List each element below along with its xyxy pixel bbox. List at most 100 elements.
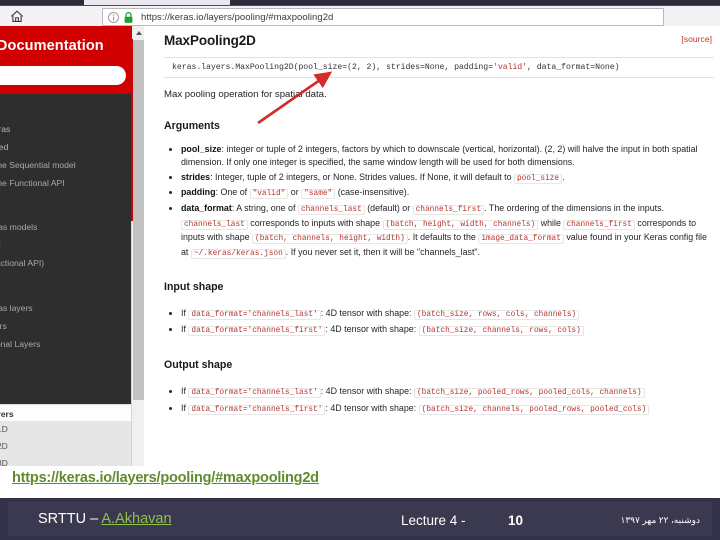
argument-text: : Integer, tuple of 2 integers, or None.… xyxy=(210,171,514,182)
input-shape-channels-last: If data_format='channels_last': 4D tenso… xyxy=(181,306,714,323)
argument-text: : integer or tuple of 2 integers, factor… xyxy=(181,144,698,168)
argument-strides: strides: Integer, tuple of 2 integers, o… xyxy=(181,171,714,186)
argument-text-2: . xyxy=(562,171,565,182)
sidebar-nav-list: Home Why use Keras Getting started Guide… xyxy=(0,94,131,353)
argument-text: : One of xyxy=(215,187,250,198)
input-shape-list: If data_format='channels_last': 4D tenso… xyxy=(164,306,714,339)
sidebar-item-why-use-keras[interactable]: Why use Keras xyxy=(0,121,131,139)
argument-text-5: while xyxy=(538,217,564,228)
argument-text-2: (default) or xyxy=(364,203,413,214)
shape-value-code: (batch_size, channels, pooled_rows, pool… xyxy=(418,404,650,415)
sidebar-item-model-functional-api[interactable]: Model (functional API) xyxy=(0,255,131,273)
footer-organization: SRTTU – A.Akhavan xyxy=(38,511,172,527)
sidebar-item-maxpooling2d[interactable]: MaxPooling2D xyxy=(0,438,131,455)
source-link[interactable]: [source] xyxy=(681,34,712,44)
argument-code-3: channels_last xyxy=(181,219,248,230)
keras-sidebar: Keras Documentation Home Why use Keras G… xyxy=(0,26,131,466)
footer-slide-number: 10 xyxy=(508,513,524,528)
doc-content: MaxPooling2D [source] keras.layers.MaxPo… xyxy=(144,26,720,466)
shape-mid: : 4D tensor with shape: xyxy=(325,402,419,413)
output-shape-heading: Output shape xyxy=(164,359,233,372)
input-shape-heading: Input shape xyxy=(164,280,224,293)
argument-text-3: . The ordering of the dimensions in the … xyxy=(484,203,665,214)
shape-condition-code: data_format='channels_last' xyxy=(188,388,321,399)
sidebar-item-models[interactable]: Models xyxy=(0,201,131,219)
padlock-icon xyxy=(124,11,133,23)
signature-prefix: keras.layers.MaxPooling2D(pool_size=(2, … xyxy=(172,63,493,72)
home-icon[interactable] xyxy=(8,9,26,24)
sidebar-item-about-keras-models[interactable]: About Keras models xyxy=(0,219,131,237)
browser-nav-bar: https://keras.io/layers/pooling/#maxpool… xyxy=(0,6,720,27)
shape-value-code: (batch_size, rows, cols, channels) xyxy=(414,309,580,320)
scrollbar-thumb[interactable] xyxy=(133,40,144,400)
sidebar-item-about-keras-layers[interactable]: About Keras layers xyxy=(0,300,131,318)
argument-text-4: corresponds to inputs with shape xyxy=(247,217,383,228)
shape-value-code: (batch_size, pooled_rows, pooled_cols, c… xyxy=(414,388,645,399)
footer-org-text: SRTTU – xyxy=(38,511,102,527)
shape-condition-code: data_format='channels_last' xyxy=(188,309,321,320)
argument-text-7: . It defaults to the xyxy=(407,232,479,243)
sidebar-item-home[interactable]: Home xyxy=(0,103,131,121)
argument-code-2: channels_first xyxy=(412,205,485,216)
sidebar-item-convolutional-layers[interactable]: Convolutional Layers xyxy=(0,336,131,354)
argument-name: strides xyxy=(181,171,211,182)
argument-code-2: "same" xyxy=(301,189,336,200)
sidebar-current-label: Pooling Layers xyxy=(0,409,14,419)
shape-mid: : 4D tensor with shape: xyxy=(320,307,414,318)
argument-text-3: (case-insensitive). xyxy=(335,187,410,198)
slide-footer: SRTTU – A.Akhavan Lecture 4 - 10 دوشنبه،… xyxy=(0,498,720,540)
argument-name: pool_size xyxy=(181,144,222,154)
sidebar-item-getting-started[interactable]: Getting started xyxy=(0,139,131,157)
argument-code: pool_size xyxy=(514,173,563,184)
argument-code: "valid" xyxy=(249,189,289,200)
page-title: MaxPooling2D xyxy=(164,33,256,48)
slide-root: https://keras.io/layers/pooling/#maxpool… xyxy=(0,0,720,540)
argument-code-8: ~/.keras/keras.json xyxy=(190,249,286,260)
argument-text-2: or xyxy=(288,187,302,198)
input-shape-channels-first: If data_format='channels_first': 4D tens… xyxy=(181,322,714,339)
url-bar[interactable]: https://keras.io/layers/pooling/#maxpool… xyxy=(102,8,664,26)
url-text: https://keras.io/layers/pooling/#maxpool… xyxy=(141,11,334,23)
shape-mid: : 4D tensor with shape: xyxy=(325,324,419,335)
info-circle-icon[interactable] xyxy=(107,11,120,24)
signature-code: keras.layers.MaxPooling2D(pool_size=(2, … xyxy=(172,63,706,72)
sidebar-item-sequential[interactable]: Sequential xyxy=(0,237,131,255)
sidebar-pooling-sublist: MaxPooling1D MaxPooling2D MaxPooling3D A… xyxy=(0,421,131,466)
slide-link[interactable]: https://keras.io/layers/pooling/#maxpool… xyxy=(12,470,319,486)
signature-suffix: , data_format=None) xyxy=(527,63,620,72)
argument-name: data_format xyxy=(181,203,232,214)
footer-inner: SRTTU – A.Akhavan Lecture 4 - 10 دوشنبه،… xyxy=(8,502,712,536)
footer-author[interactable]: A.Akhavan xyxy=(101,511,171,527)
argument-text-9: . If you never set it, then it will be "… xyxy=(285,247,481,258)
shape-mid: : 4D tensor with shape: xyxy=(320,386,414,397)
argument-name: padding xyxy=(181,187,216,198)
sidebar-item-sequential-guide[interactable]: Guide to the Sequential model xyxy=(0,157,131,175)
shape-condition-code: data_format='channels_first' xyxy=(188,404,326,415)
sidebar-item-functional-api-guide[interactable]: Guide to the Functional API xyxy=(0,175,131,193)
argument-code-7: image_data_format xyxy=(478,234,564,245)
browser-window: https://keras.io/layers/pooling/#maxpool… xyxy=(0,0,720,466)
argument-padding: padding: One of "valid" or "same" (case-… xyxy=(181,186,714,201)
signature-code-block: keras.layers.MaxPooling2D(pool_size=(2, … xyxy=(164,57,714,78)
output-shape-list: If data_format='channels_last': 4D tenso… xyxy=(164,384,714,417)
argument-pool-size: pool_size: integer or tuple of 2 integer… xyxy=(181,143,714,170)
web-page: Keras Documentation Home Why use Keras G… xyxy=(0,26,720,466)
output-shape-channels-first: If data_format='channels_first': 4D tens… xyxy=(181,401,714,418)
shape-value-code: (batch_size, channels, rows, cols) xyxy=(418,326,584,337)
sidebar-item-layers[interactable]: Layers xyxy=(0,282,131,300)
arguments-list: pool_size: integer or tuple of 2 integer… xyxy=(164,143,714,261)
slide-link-bar: https://keras.io/layers/pooling/#maxpool… xyxy=(0,466,720,498)
footer-date: دوشنبه، ۲۲ مهر ۱۳۹۷ xyxy=(620,515,700,525)
sidebar-item-maxpooling1d[interactable]: MaxPooling1D xyxy=(0,421,131,438)
signature-string: 'valid' xyxy=(492,63,528,72)
sidebar-item-core-layers[interactable]: Core Layers xyxy=(0,318,131,336)
shape-condition-code: data_format='channels_first' xyxy=(188,326,326,337)
sidebar-search-input[interactable] xyxy=(0,66,126,85)
sidebar-brand: Keras Documentation xyxy=(0,38,104,54)
argument-code-5: channels_first xyxy=(563,219,635,230)
argument-code-6: (batch, channels, height, width) xyxy=(252,234,408,245)
argument-text: : A string, one of xyxy=(231,203,298,214)
argument-data-format: data_format: A string, one of channels_l… xyxy=(181,202,714,261)
sidebar-item-maxpooling3d[interactable]: MaxPooling3D xyxy=(0,455,131,466)
footer-lecture-label: Lecture 4 - xyxy=(401,513,466,528)
